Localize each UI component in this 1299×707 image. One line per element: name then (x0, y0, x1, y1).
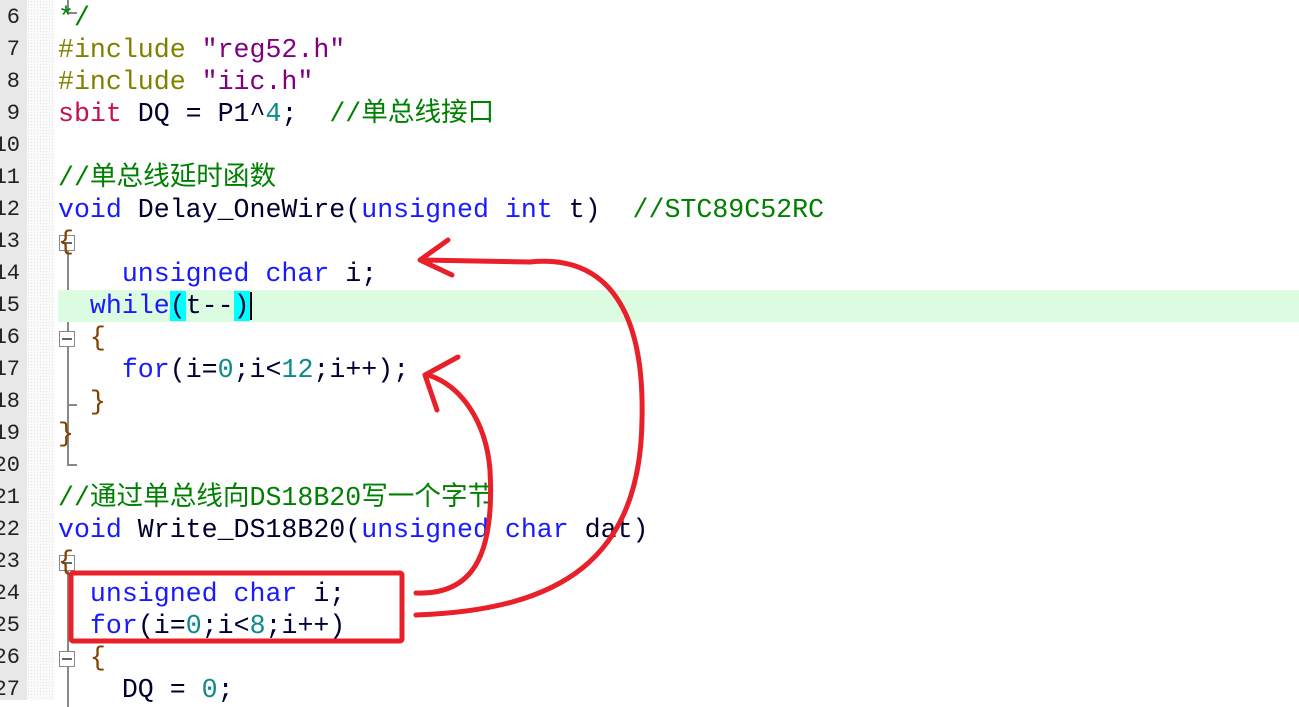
arrow-curve (413, 257, 645, 618)
annotation-layer (68, 237, 645, 644)
arrowhead-icon (417, 237, 455, 278)
highlight-box (68, 570, 405, 644)
arrow-curve (413, 372, 494, 596)
